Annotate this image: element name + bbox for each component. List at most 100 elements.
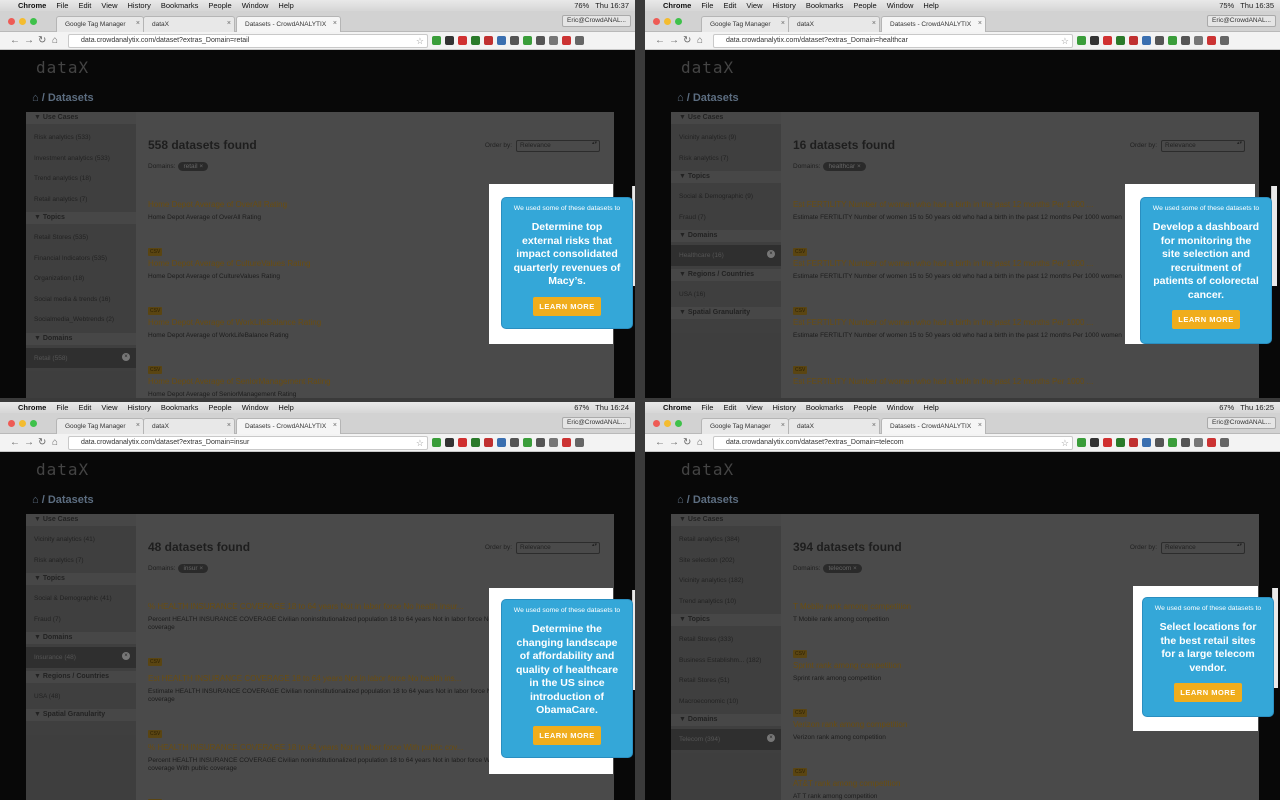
browser-tab[interactable]: dataX × xyxy=(143,418,235,434)
learn-more-button[interactable]: LEARN MORE xyxy=(533,725,601,745)
tab-close-icon[interactable]: × xyxy=(872,20,876,27)
tab-close-icon[interactable]: × xyxy=(227,20,231,27)
address-bar[interactable]: data.crowdanalytix.com/dataset?extras_Do… xyxy=(713,34,1073,48)
extension-icon[interactable] xyxy=(1155,438,1164,447)
extension-icon[interactable] xyxy=(1220,36,1229,45)
extension-icon[interactable] xyxy=(484,438,493,447)
order-select[interactable]: Relevance xyxy=(1161,140,1245,152)
profile-button[interactable]: Eric@CrowdANAL... xyxy=(562,417,631,429)
format-badge[interactable]: CSV xyxy=(793,248,808,256)
domain-filter-chip[interactable]: healthcar × xyxy=(823,162,866,171)
extension-icon[interactable] xyxy=(432,438,441,447)
facet-item[interactable]: Social & Demographic (9) xyxy=(671,186,781,207)
extension-icon[interactable] xyxy=(1142,438,1151,447)
domain-filter-chip[interactable]: retail × xyxy=(178,162,209,171)
breadcrumb-home-icon[interactable]: ⌂ xyxy=(32,494,42,506)
extension-icon[interactable] xyxy=(445,36,454,45)
extension-icon[interactable] xyxy=(523,36,532,45)
format-badge[interactable]: CSV xyxy=(148,248,163,256)
breadcrumb-label[interactable]: / Datasets xyxy=(42,92,94,104)
extension-icon[interactable] xyxy=(549,438,558,447)
facet-item[interactable]: USA (48) xyxy=(26,686,136,707)
facet-item[interactable]: Retail Stores (535) xyxy=(26,227,136,248)
menu-item[interactable]: Help xyxy=(923,1,938,10)
extension-icon[interactable] xyxy=(484,36,493,45)
menu-item[interactable]: View xyxy=(746,1,762,10)
facet-item[interactable]: Trend analytics (18) xyxy=(26,168,136,189)
bookmark-star-icon[interactable]: ☆ xyxy=(1061,36,1069,47)
extension-icon[interactable] xyxy=(562,438,571,447)
menu-item[interactable]: Edit xyxy=(78,403,91,412)
browser-tab[interactable]: Google Tag Manager × xyxy=(701,418,789,434)
facet-item[interactable]: Healthcare (16) × xyxy=(671,245,781,266)
minimize-window-button[interactable] xyxy=(19,18,26,25)
remove-filter-icon[interactable]: × xyxy=(122,352,130,361)
format-badge[interactable]: CSV xyxy=(793,307,808,315)
extension-icon[interactable] xyxy=(1181,36,1190,45)
format-badge[interactable]: CSV xyxy=(148,730,163,738)
facet-item[interactable]: Telecom (394) × xyxy=(671,729,781,750)
close-window-button[interactable] xyxy=(653,420,660,427)
learn-more-button[interactable]: LEARN MORE xyxy=(1174,683,1242,702)
chip-remove-icon[interactable]: × xyxy=(198,163,203,170)
facet-item[interactable]: Retail analytics (7) xyxy=(26,189,136,210)
browser-tab[interactable]: Datasets - CrowdANALYTIX × xyxy=(881,418,986,434)
minimize-window-button[interactable] xyxy=(664,18,671,25)
menu-item[interactable]: People xyxy=(853,1,876,10)
chip-remove-icon[interactable]: × xyxy=(851,565,857,572)
extension-icon[interactable] xyxy=(1103,438,1112,447)
menu-item[interactable]: Window xyxy=(887,1,914,10)
extension-icon[interactable] xyxy=(1181,438,1190,447)
menu-item[interactable]: File xyxy=(56,1,68,10)
extension-icon[interactable] xyxy=(1077,36,1086,45)
browser-tab[interactable]: Datasets - CrowdANALYTIX × xyxy=(236,418,341,434)
extension-icon[interactable] xyxy=(497,438,506,447)
extension-icon[interactable] xyxy=(575,438,584,447)
facet-item[interactable]: Business Establishm... (182) xyxy=(671,650,781,671)
dataset-title-link[interactable]: Est FERTILITY Number of women who had a … xyxy=(793,377,1259,386)
minimize-window-button[interactable] xyxy=(664,420,671,427)
menu-item[interactable]: People xyxy=(208,1,231,10)
facet-item[interactable]: Retail Stores (333) xyxy=(671,629,781,650)
bookmark-star-icon[interactable]: ☆ xyxy=(1061,438,1069,449)
dataset-title-link[interactable]: AT&T rank among competition xyxy=(793,779,1259,788)
extension-icon[interactable] xyxy=(471,36,480,45)
extension-icon[interactable] xyxy=(510,36,519,45)
facet-item[interactable]: Risk analytics (7) xyxy=(671,148,781,169)
profile-button[interactable]: Eric@CrowdANAL... xyxy=(562,15,631,27)
chip-remove-icon[interactable]: × xyxy=(198,565,203,572)
bookmark-star-icon[interactable]: ☆ xyxy=(416,438,424,449)
extension-icon[interactable] xyxy=(1194,36,1203,45)
back-icon[interactable]: ← xyxy=(655,35,665,47)
tab-close-icon[interactable]: × xyxy=(978,422,982,429)
menu-item[interactable]: Help xyxy=(923,403,938,412)
extension-icon[interactable] xyxy=(562,36,571,45)
extension-icon[interactable] xyxy=(549,36,558,45)
app-menu[interactable]: Chrome xyxy=(663,1,691,10)
format-badge[interactable]: CSV xyxy=(148,366,163,374)
datax-logo[interactable]: dataX xyxy=(681,58,734,77)
home-icon[interactable]: ⌂ xyxy=(697,35,703,47)
order-select[interactable]: Relevance xyxy=(516,542,600,554)
menu-item[interactable]: View xyxy=(101,403,117,412)
facet-item[interactable]: Fraud (7) xyxy=(26,609,136,630)
address-bar[interactable]: data.crowdanalytix.com/dataset?extras_Do… xyxy=(68,436,428,450)
browser-tab[interactable]: dataX × xyxy=(788,16,880,32)
extension-icon[interactable] xyxy=(536,438,545,447)
profile-button[interactable]: Eric@CrowdANAL... xyxy=(1207,417,1276,429)
facet-item[interactable]: Social media & trends (16) xyxy=(26,289,136,310)
menu-item[interactable]: File xyxy=(56,403,68,412)
address-bar[interactable]: data.crowdanalytix.com/dataset?extras_Do… xyxy=(68,34,428,48)
datax-logo[interactable]: dataX xyxy=(681,460,734,479)
learn-more-button[interactable]: LEARN MORE xyxy=(1172,310,1240,329)
menu-item[interactable]: Window xyxy=(242,1,269,10)
forward-icon[interactable]: → xyxy=(669,35,679,47)
extension-icon[interactable] xyxy=(1142,36,1151,45)
zoom-window-button[interactable] xyxy=(675,18,682,25)
extension-icon[interactable] xyxy=(536,36,545,45)
breadcrumb-home-icon[interactable]: ⌂ xyxy=(677,92,687,104)
reload-icon[interactable]: ↻ xyxy=(38,437,46,449)
menu-item[interactable]: View xyxy=(101,1,117,10)
extension-icon[interactable] xyxy=(1155,36,1164,45)
facet-item[interactable]: Insurance (48) × xyxy=(26,647,136,668)
